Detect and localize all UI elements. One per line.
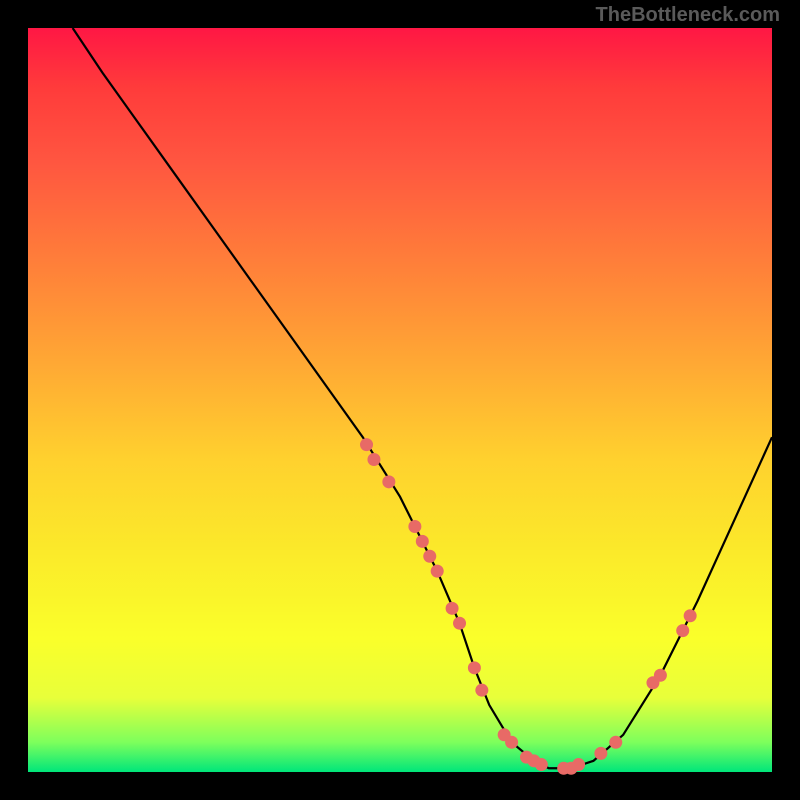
chart-marker xyxy=(535,758,548,771)
chart-marker xyxy=(423,550,436,563)
chart-marker xyxy=(416,535,429,548)
chart-svg xyxy=(28,28,772,772)
chart-marker xyxy=(609,736,622,749)
chart-marker xyxy=(367,453,380,466)
chart-marker xyxy=(408,520,421,533)
chart-marker xyxy=(654,669,667,682)
chart-marker xyxy=(360,438,373,451)
chart-marker xyxy=(594,747,607,760)
chart-marker xyxy=(572,758,585,771)
watermark-text: TheBottleneck.com xyxy=(596,4,780,27)
chart-marker xyxy=(431,565,444,578)
chart-plot-area xyxy=(28,28,772,772)
chart-marker xyxy=(475,684,488,697)
chart-marker xyxy=(453,617,466,630)
chart-marker xyxy=(505,736,518,749)
chart-marker xyxy=(468,661,481,674)
chart-marker xyxy=(382,475,395,488)
chart-marker xyxy=(446,602,459,615)
chart-marker xyxy=(684,609,697,622)
chart-curve xyxy=(73,28,772,768)
chart-markers xyxy=(360,438,697,775)
chart-marker xyxy=(676,624,689,637)
